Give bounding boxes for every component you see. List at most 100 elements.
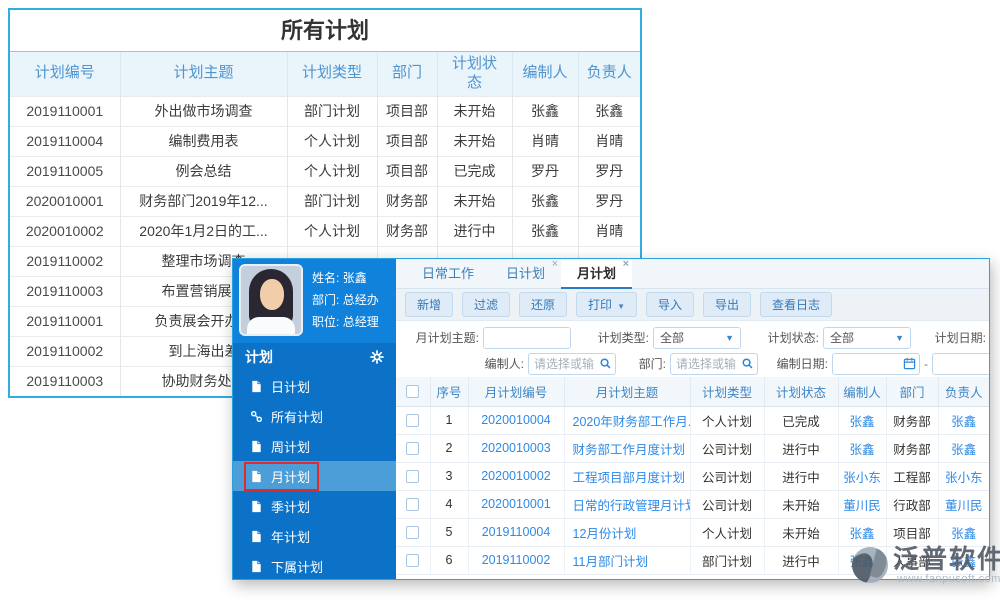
cell-owner-link[interactable]: 张鑫	[938, 406, 989, 434]
column-header: 编制人	[512, 52, 578, 96]
导出-button[interactable]: 导出▼	[703, 292, 751, 317]
filter-area: 月计划主题: 计划类型: 全部▼ 计划状态: 全部▼ 计划日期: 编制人: 部门…	[396, 321, 989, 377]
row-checkbox[interactable]	[406, 526, 419, 539]
search-icon[interactable]	[741, 357, 754, 370]
过滤-button[interactable]: 过滤▼	[462, 292, 510, 317]
sidebar-item-所有计划[interactable]: 所有计划	[233, 401, 396, 431]
tab-日计划[interactable]: 日计划 ×	[490, 259, 561, 288]
user-info: 姓名: 张鑫 部门: 总经办 职位: 总经理	[312, 264, 379, 338]
查看日志-button[interactable]: 查看日志▼	[760, 292, 832, 317]
name-label: 姓名:	[312, 271, 339, 285]
cell-plan-no-link[interactable]: 2020010001	[468, 490, 564, 518]
cell-subject-link[interactable]: 财务部工作月度计划	[564, 434, 690, 462]
cell-subject-link[interactable]: 日常的行政管理月计划	[564, 490, 690, 518]
file-icon	[250, 560, 263, 573]
cell-type: 部门计划	[287, 186, 377, 216]
cell-creator-link[interactable]: 张鑫	[838, 434, 886, 462]
column-header: 月计划编号	[468, 377, 564, 406]
column-header: 编制人	[838, 377, 886, 406]
cell-creator-link[interactable]: 张鑫	[838, 518, 886, 546]
tab-月计划[interactable]: 月计划 ×	[561, 259, 632, 289]
cell-seq: 2	[430, 434, 468, 462]
search-icon[interactable]	[599, 357, 612, 370]
close-icon[interactable]: ×	[552, 259, 558, 270]
row-checkbox[interactable]	[406, 470, 419, 483]
sidebar-item-下属计划[interactable]: 下属计划	[233, 551, 396, 580]
chevron-down-icon: ▼	[725, 333, 734, 343]
cell-seq: 4	[430, 490, 468, 518]
sidebar-item-label: 所有计划	[271, 407, 323, 426]
cell-plan-no: 2020010001	[10, 186, 120, 216]
还原-button[interactable]: 还原▼	[519, 292, 567, 317]
subject-filter-label: 月计划主题:	[396, 329, 479, 346]
column-header: 计划状态	[437, 52, 512, 96]
cell-subject-link[interactable]: 11月部门计划	[564, 546, 690, 574]
cell-plan-no-link[interactable]: 2019110004	[468, 518, 564, 546]
sidebar-item-周计划[interactable]: 周计划	[233, 431, 396, 461]
cell-creator-link[interactable]: 董川民	[838, 490, 886, 518]
cell-creator-link[interactable]: 张小东	[838, 462, 886, 490]
cell-status: 进行中	[437, 216, 512, 246]
cell-plan-no-link[interactable]: 2020010004	[468, 406, 564, 434]
cell-status: 已完成	[437, 156, 512, 186]
table-row: 2020010001 财务部门2019年12... 部门计划 财务部 未开始 张…	[10, 186, 640, 216]
cell-owner: 张鑫	[578, 96, 640, 126]
sidebar-item-月计划[interactable]: 月计划	[233, 461, 396, 491]
cell-owner-link[interactable]: 张小东	[938, 462, 989, 490]
cell-plan-no-link[interactable]: 2019110002	[468, 546, 564, 574]
cell-status: 未开始	[437, 96, 512, 126]
column-header: 部门	[377, 52, 437, 96]
cell-type: 公司计划	[690, 462, 764, 490]
cell-type: 公司计划	[690, 490, 764, 518]
row-checkbox[interactable]	[406, 442, 419, 455]
user-card: 姓名: 张鑫 部门: 总经办 职位: 总经理	[233, 259, 396, 343]
cell-seq: 6	[430, 546, 468, 574]
cell-owner-link[interactable]: 张鑫	[938, 518, 989, 546]
cell-creator: 张鑫	[512, 186, 578, 216]
make-date-to-input[interactable]	[932, 353, 990, 375]
cell-owner-link[interactable]: 张鑫	[938, 434, 989, 462]
cell-creator-link[interactable]: 张鑫	[838, 406, 886, 434]
subject-filter-input[interactable]	[483, 327, 571, 349]
cell-subject-link[interactable]: 2020年财务部工作月...	[564, 406, 690, 434]
导入-button[interactable]: 导入▼	[646, 292, 694, 317]
type-filter-select[interactable]: 全部▼	[653, 327, 741, 349]
cell-plan-no-link[interactable]: 2020010003	[468, 434, 564, 462]
cell-plan-no-link[interactable]: 2020010002	[468, 462, 564, 490]
row-checkbox[interactable]	[406, 554, 419, 567]
cell-type: 个人计划	[287, 126, 377, 156]
all-plans-header-row: 计划编号 计划主题 计划类型 部门 计划状态 编制人 负责人	[10, 52, 640, 96]
make-date-filter-label: 编制日期:	[766, 355, 828, 372]
calendar-icon[interactable]	[903, 357, 916, 370]
sidebar-item-label: 日计划	[271, 377, 310, 396]
toolbar: 新增▼ 过滤▼ 还原▼ 打印▼ 导入▼ 导出▼ 查看日志▼	[396, 289, 989, 321]
cell-type: 个人计划	[690, 518, 764, 546]
table-row: 5 2019110004 12月份计划 个人计划 未开始 张鑫 项目部 张鑫	[396, 518, 989, 546]
sidebar-item-季计划[interactable]: 季计划	[233, 491, 396, 521]
cell-subject-link[interactable]: 工程项目部月度计划	[564, 462, 690, 490]
column-header: 计划主题	[120, 52, 287, 96]
gear-icon[interactable]	[370, 350, 384, 364]
cell-status: 未开始	[764, 518, 838, 546]
cell-status: 未开始	[764, 490, 838, 518]
cell-plan-no: 2019110004	[10, 126, 120, 156]
select-all-checkbox[interactable]	[406, 385, 419, 398]
sidebar-item-日计划[interactable]: 日计划	[233, 371, 396, 401]
row-checkbox[interactable]	[406, 498, 419, 511]
打印-button[interactable]: 打印▼	[576, 292, 637, 317]
tab-日常工作[interactable]: 日常工作 ×	[406, 259, 490, 288]
cell-plan-no: 2019110005	[10, 156, 120, 186]
status-filter-select[interactable]: 全部▼	[823, 327, 911, 349]
cell-owner-link[interactable]: 董川民	[938, 490, 989, 518]
row-checkbox[interactable]	[406, 414, 419, 427]
table-row: 4 2020010001 日常的行政管理月计划 公司计划 未开始 董川民 行政部…	[396, 490, 989, 518]
新增-button[interactable]: 新增▼	[405, 292, 453, 317]
column-header: 计划编号	[10, 52, 120, 96]
sidebar-item-年计划[interactable]: 年计划	[233, 521, 396, 551]
date-range-separator: -	[924, 357, 928, 371]
close-icon[interactable]: ×	[623, 259, 629, 270]
cell-status: 进行中	[764, 546, 838, 574]
table-row: 1 2020010004 2020年财务部工作月... 个人计划 已完成 张鑫 …	[396, 406, 989, 434]
cell-subject-link[interactable]: 12月份计划	[564, 518, 690, 546]
cell-dept: 行政部	[886, 490, 938, 518]
